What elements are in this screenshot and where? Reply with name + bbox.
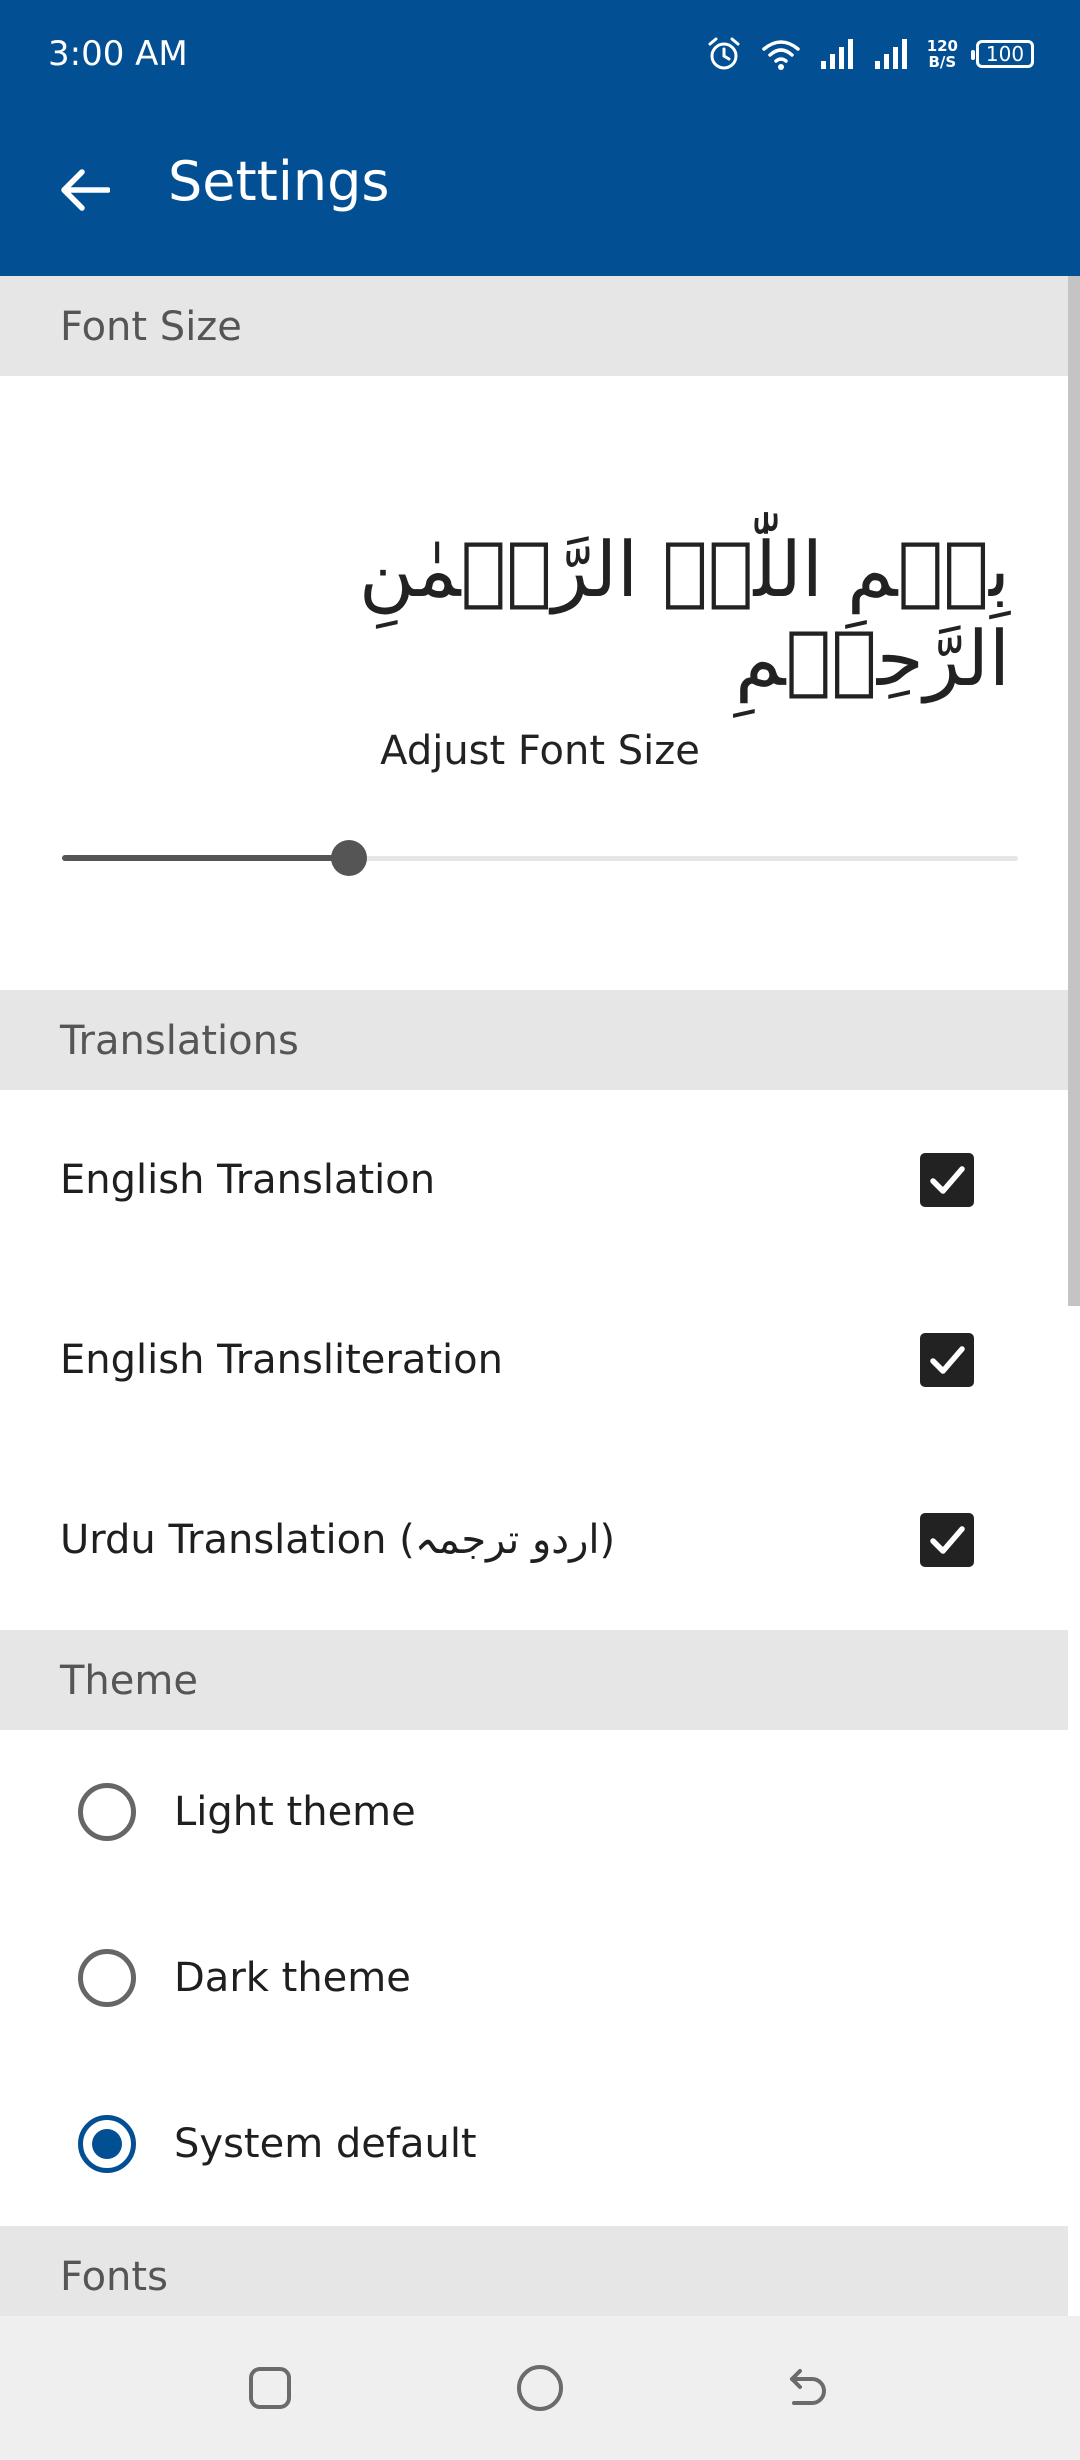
urdu-translation-row[interactable]: Urdu Translation (اردو ترجمہ) xyxy=(0,1455,1068,1625)
wifi-icon xyxy=(761,40,800,70)
english-translation-row[interactable]: English Translation xyxy=(0,1095,1068,1265)
network-speed: 120 B/S xyxy=(926,37,958,71)
adjust-font-size-label: Adjust Font Size xyxy=(380,728,700,774)
app-bar: 3:00 AM 120 B/S 100 Settings xyxy=(0,0,1080,276)
slider-thumb[interactable] xyxy=(330,840,367,876)
checkmark-icon xyxy=(930,1346,965,1374)
dark-theme-radio[interactable] xyxy=(78,1949,136,2007)
english-transliteration-checkbox[interactable] xyxy=(920,1333,974,1387)
system-default-radio[interactable] xyxy=(78,2115,136,2173)
font-size-slider[interactable] xyxy=(62,838,1018,878)
english-translation-checkbox[interactable] xyxy=(920,1153,974,1207)
navigation-bar xyxy=(0,2316,1080,2460)
signal-icon xyxy=(820,39,853,69)
home-button[interactable] xyxy=(508,2356,572,2420)
radio-label: Dark theme xyxy=(174,1955,411,2001)
page-title: Settings xyxy=(168,150,390,213)
section-header-font-size: Font Size xyxy=(0,276,1068,376)
scrollbar[interactable] xyxy=(1068,276,1080,1306)
section-title: Translations xyxy=(60,1018,299,1064)
section-title: Theme xyxy=(60,1658,198,1704)
section-title: Fonts xyxy=(60,2254,168,2300)
signal-icon xyxy=(874,39,907,69)
section-header-theme: Theme xyxy=(0,1630,1068,1730)
battery-icon: 100 xyxy=(971,40,1034,68)
dark-theme-option[interactable]: Dark theme xyxy=(0,1895,1068,2061)
section-header-translations: Translations xyxy=(0,990,1068,1090)
battery-level: 100 xyxy=(985,42,1025,66)
back-button[interactable] xyxy=(54,160,114,220)
square-icon xyxy=(249,2367,291,2409)
row-label: English Translation xyxy=(60,1157,436,1203)
row-label: Urdu Translation (اردو ترجمہ) xyxy=(60,1517,616,1563)
radio-label: System default xyxy=(174,2121,477,2167)
system-default-option[interactable]: System default xyxy=(0,2061,1068,2227)
checkmark-icon xyxy=(930,1526,965,1554)
row-label: English Transliteration xyxy=(60,1337,503,1383)
back-arrow-icon xyxy=(790,2369,826,2405)
english-transliteration-row[interactable]: English Transliteration xyxy=(0,1275,1068,1445)
light-theme-radio[interactable] xyxy=(78,1783,136,1841)
section-header-fonts: Fonts xyxy=(0,2226,1068,2326)
light-theme-option[interactable]: Light theme xyxy=(0,1729,1068,1895)
circle-icon xyxy=(517,2365,563,2411)
recents-button[interactable] xyxy=(238,2356,302,2420)
arrow-left-icon xyxy=(61,169,110,211)
slider-fill xyxy=(62,855,349,861)
radio-label: Light theme xyxy=(174,1789,416,1835)
font-preview-text: بِسۡمِ اللّٰہِ الرَّحۡمٰنِ الرَّحِیۡمِ xyxy=(358,525,1010,703)
section-title: Font Size xyxy=(60,304,242,350)
status-icons: 120 B/S 100 xyxy=(705,30,1034,78)
status-time: 3:00 AM xyxy=(48,34,188,74)
alarm-icon xyxy=(708,37,740,70)
system-back-button[interactable] xyxy=(776,2356,840,2420)
checkmark-icon xyxy=(930,1166,965,1194)
urdu-translation-checkbox[interactable] xyxy=(920,1513,974,1567)
